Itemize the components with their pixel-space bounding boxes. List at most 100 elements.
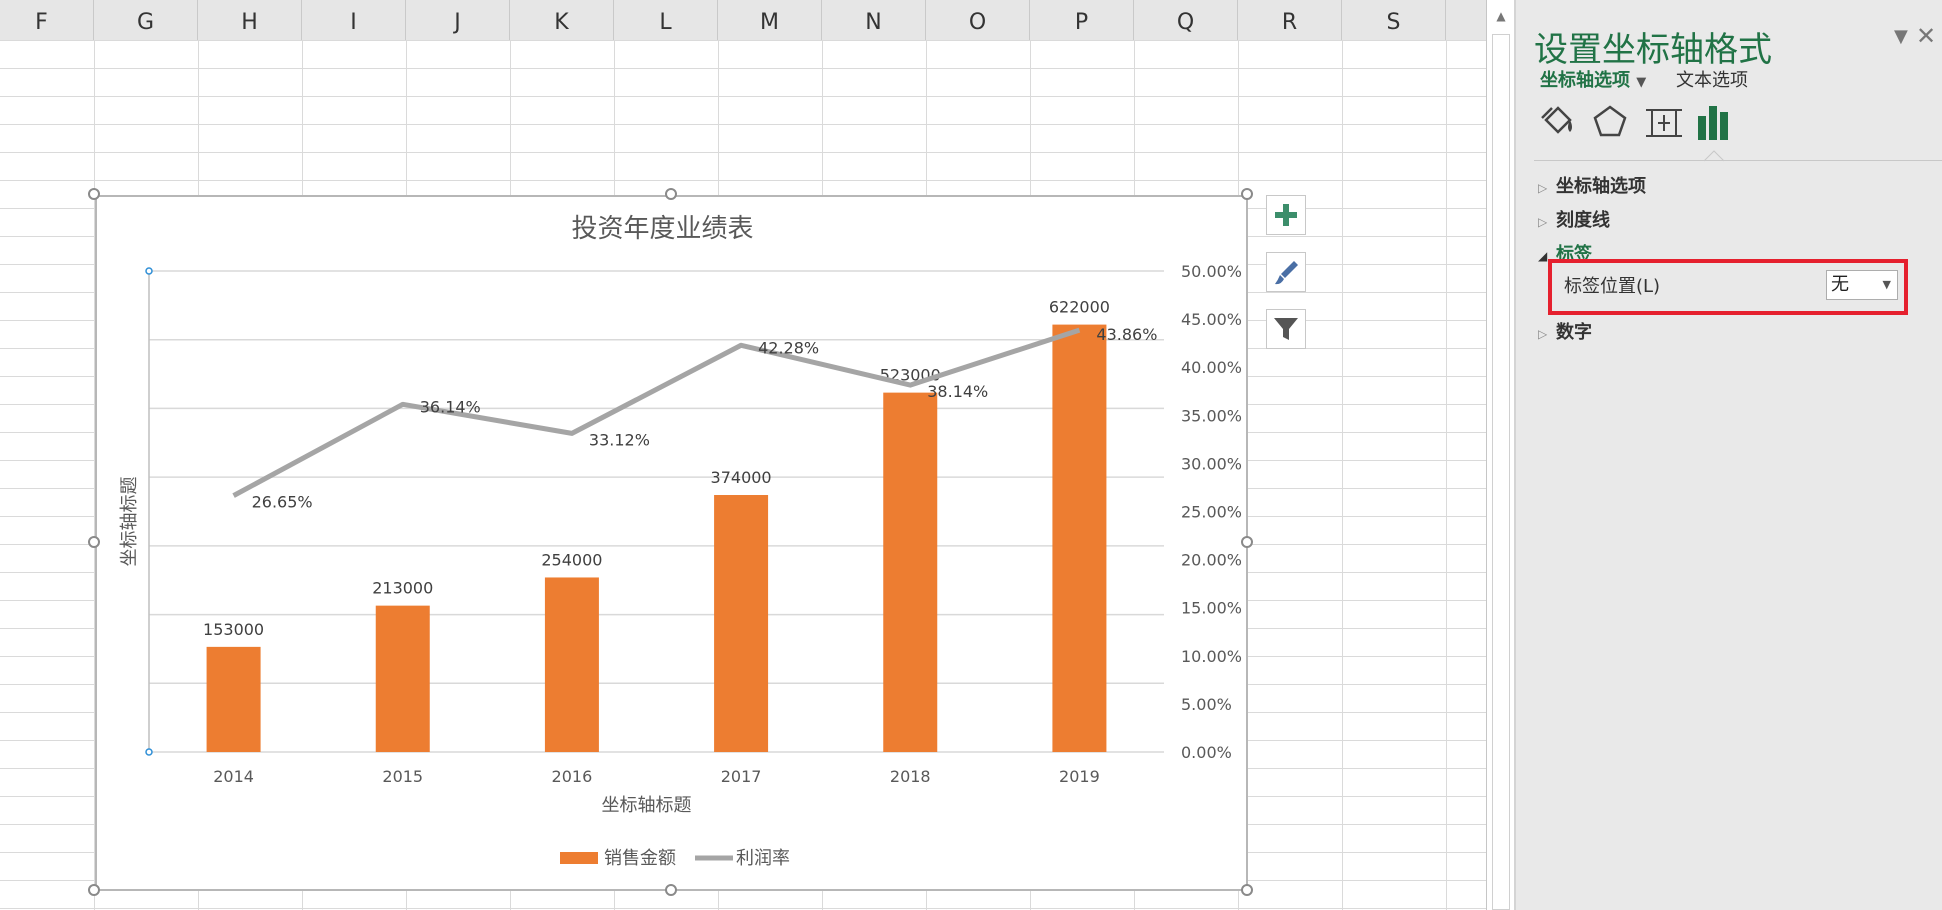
x-axis-tick-label: 2017 (721, 767, 762, 786)
right-axis-tick-label: 45.00% (1181, 310, 1242, 329)
line-profit-rate (232, 327, 1081, 498)
y-axis-title: 坐标轴标题 (119, 477, 140, 567)
x-axis-tick-label: 2018 (890, 767, 931, 786)
axis-select-handle (145, 748, 153, 756)
section-number-label: 数字 (1556, 322, 1592, 343)
label-position-select[interactable]: 无 ▼ (1826, 270, 1898, 300)
column-header-M[interactable]: M (718, 0, 822, 40)
chart-title: 投资年度业绩表 (571, 214, 753, 244)
column-header-I[interactable]: I (302, 0, 406, 40)
chart-filters-button[interactable] (1266, 309, 1306, 349)
expand-triangle-icon: ▷ (1538, 181, 1548, 195)
column-header-G[interactable]: G (94, 0, 198, 40)
right-axis-tick-label: 15.00% (1181, 599, 1242, 618)
add-chart-element-button[interactable] (1266, 195, 1306, 235)
right-axis-tick-label: 25.00% (1181, 503, 1242, 522)
tab-axis-options[interactable]: 坐标轴选项 ▼ (1540, 66, 1646, 92)
right-axis-tick-label: 0.00% (1181, 743, 1232, 762)
column-header-O[interactable]: O (926, 0, 1030, 40)
expand-triangle-icon: ▷ (1538, 215, 1548, 229)
axis-options-bar-chart-icon[interactable] (1694, 102, 1734, 142)
combo-chart: 投资年度业绩表 0.00% 5.00% 10.00% 15.00% 20.00% 25.00… (119, 214, 1242, 869)
resize-handle[interactable] (1241, 884, 1253, 896)
legend-label-sales: 销售金额 (604, 848, 676, 869)
label-position-label: 标签位置(L) (1564, 276, 1661, 297)
resize-handle[interactable] (664, 884, 677, 896)
x-axis-tick-label: 2016 (552, 767, 593, 786)
right-axis-tick-label: 20.00% (1181, 551, 1242, 570)
x-axis-title: 坐标轴标题 (602, 795, 692, 816)
chevron-down-icon: ▼ (1882, 278, 1891, 291)
funnel-icon (1274, 318, 1298, 340)
x-axis-tick-label: 2014 (213, 767, 254, 786)
column-header-J[interactable]: J (406, 0, 510, 40)
expand-triangle-icon: ▷ (1538, 327, 1548, 341)
column-header-row: FGHIJKLMNOPQRS (0, 0, 1486, 41)
bar-data-label: 374000 (711, 468, 772, 487)
resize-handle[interactable] (664, 188, 677, 200)
column-header-N[interactable]: N (822, 0, 926, 40)
chart-styles-button[interactable] (1266, 252, 1306, 292)
section-tick-marks[interactable]: ▷ 刻度线 (1538, 206, 1610, 232)
line-data-label: 33.12% (589, 430, 650, 449)
right-axis-tick-label: 40.00% (1181, 358, 1242, 377)
bar-sales (1052, 324, 1107, 752)
pane-options-dropdown-icon[interactable]: ▼ (1894, 26, 1908, 47)
bar-sales (714, 495, 769, 752)
line-data-label: 43.86% (1096, 325, 1157, 344)
resize-handle[interactable] (88, 536, 100, 548)
close-icon[interactable]: ✕ (1916, 22, 1936, 50)
column-header-F[interactable]: F (0, 0, 94, 40)
column-header-P[interactable]: P (1030, 0, 1134, 40)
right-axis-tick-label: 5.00% (1181, 695, 1232, 714)
right-axis-tick-label: 30.00% (1181, 454, 1242, 473)
resize-handle[interactable] (88, 884, 100, 896)
resize-handle[interactable] (1241, 188, 1253, 200)
chevron-down-icon: ▼ (1636, 75, 1647, 90)
bar-sales (544, 577, 599, 752)
legend-label-profit: 利润率 (736, 848, 790, 869)
x-axis-tick-label: 2019 (1059, 767, 1100, 786)
x-axis-tick-label: 2015 (382, 767, 423, 786)
format-axis-pane: 设置坐标轴格式 ▼ ✕ 坐标轴选项 ▼ 文本选项 ▷ 坐标轴选项 ▷ 刻度线 ◢ 标签… (1516, 0, 1942, 910)
bar-sales (206, 646, 261, 752)
scroll-track[interactable] (1492, 34, 1510, 910)
section-tick-marks-label: 刻度线 (1556, 210, 1610, 231)
label-position-value: 无 (1831, 274, 1849, 295)
column-header-K[interactable]: K (510, 0, 614, 40)
section-axis-options[interactable]: ▷ 坐标轴选项 (1538, 172, 1646, 198)
size-properties-icon[interactable] (1644, 102, 1684, 142)
right-axis-tick-label: 10.00% (1181, 647, 1242, 666)
section-number[interactable]: ▷ 数字 (1538, 318, 1592, 344)
line-data-label: 26.65% (252, 493, 313, 512)
right-axis-tick-label: 35.00% (1181, 406, 1242, 425)
plus-icon (1275, 204, 1297, 226)
vertical-scrollbar[interactable]: ▲ (1486, 0, 1515, 910)
bar-sales (883, 392, 938, 752)
line-data-label: 38.14% (927, 382, 988, 401)
column-header-S[interactable]: S (1342, 0, 1446, 40)
pane-separator (1534, 160, 1942, 161)
effects-icon[interactable] (1590, 102, 1630, 142)
resize-handle[interactable] (1241, 536, 1253, 548)
resize-handle[interactable] (88, 188, 100, 200)
bar-data-label: 622000 (1049, 298, 1110, 317)
bar-data-label: 213000 (372, 579, 433, 598)
bar-data-label: 254000 (541, 550, 602, 569)
column-header-R[interactable]: R (1238, 0, 1342, 40)
scroll-up-icon[interactable]: ▲ (1491, 6, 1511, 26)
line-data-label: 36.14% (420, 397, 481, 416)
tab-text-options[interactable]: 文本选项 (1676, 66, 1748, 92)
pane-title: 设置坐标轴格式 (1534, 30, 1772, 70)
bar-sales (375, 605, 430, 752)
fill-line-icon[interactable] (1538, 102, 1578, 142)
legend-swatch-sales (560, 852, 598, 864)
axis-select-handle (145, 267, 153, 275)
section-axis-options-label: 坐标轴选项 (1556, 176, 1646, 197)
column-header-H[interactable]: H (198, 0, 302, 40)
right-axis-tick-label: 50.00% (1181, 262, 1242, 281)
column-header-L[interactable]: L (614, 0, 718, 40)
tab-axis-options-label: 坐标轴选项 (1540, 70, 1630, 91)
column-header-Q[interactable]: Q (1134, 0, 1238, 40)
brush-icon (1275, 261, 1298, 285)
